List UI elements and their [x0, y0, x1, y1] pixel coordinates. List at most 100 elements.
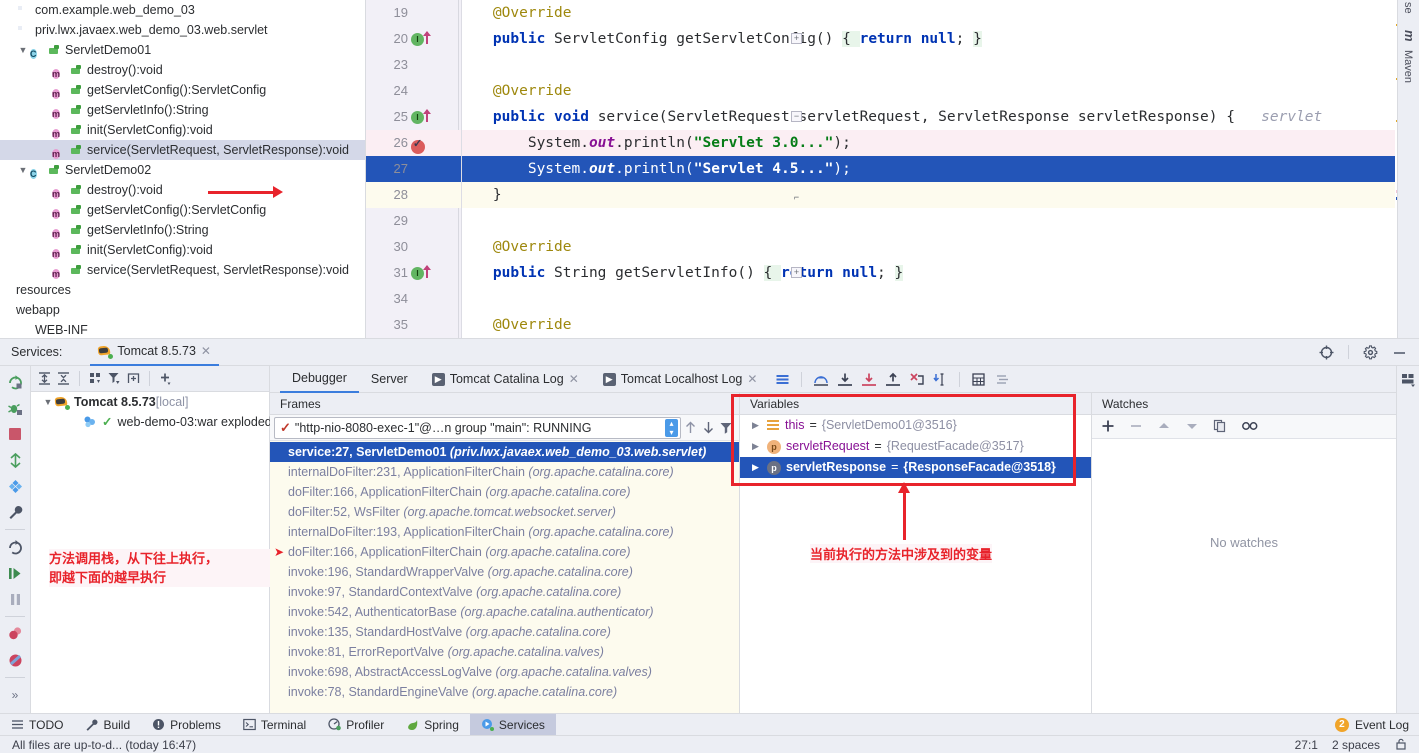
thread-selector-bar[interactable]: ✓ "http-nio-8080-exec-1"@…n group "main"…: [270, 415, 739, 441]
filter-icon[interactable]: [717, 417, 735, 439]
project-tree-item[interactable]: m destroy():void: [0, 60, 365, 80]
layout-settings-icon[interactable]: [1401, 372, 1416, 387]
frame-item[interactable]: invoke:196, StandardWrapperValve (org.ap…: [270, 562, 739, 582]
code-line[interactable]: 19 @Override: [366, 0, 1419, 26]
add-frame-icon[interactable]: [126, 371, 141, 386]
close-icon[interactable]: ✕: [747, 372, 757, 386]
tool-strip-label-maven[interactable]: Maven: [1402, 50, 1414, 83]
frame-item[interactable]: invoke:81, ErrorReportValve (org.apache.…: [270, 642, 739, 662]
watches-toolbar[interactable]: [1092, 415, 1396, 439]
frame-item[interactable]: internalDoFilter:231, ApplicationFilterC…: [270, 462, 739, 482]
bottom-tab-terminal[interactable]: Terminal: [232, 714, 317, 736]
mute-breakpoints-icon[interactable]: [2, 648, 28, 672]
step-out-icon[interactable]: [885, 372, 901, 387]
frame-item[interactable]: invoke:698, AbstractAccessLogValve (org.…: [270, 662, 739, 682]
force-step-into-icon[interactable]: [861, 372, 877, 387]
code-line[interactable]: 28 }: [366, 182, 1419, 208]
project-tree-item[interactable]: m init(ServletConfig):void: [0, 240, 365, 260]
lock-icon[interactable]: [1394, 737, 1409, 752]
services-tree-rows[interactable]: ▼ Tomcat 8.5.73 [local] ✓ web-demo-03:war e…: [31, 392, 272, 432]
minimize-icon[interactable]: [1392, 345, 1407, 360]
frame-item[interactable]: invoke:542, AuthenticatorBase (org.apach…: [270, 602, 739, 622]
code-editor[interactable]: 19 @Override 20 public ServletConfig getS…: [366, 0, 1419, 338]
frame-item[interactable]: invoke:97, StandardContextValve (org.apa…: [270, 582, 739, 602]
implements-arrow-icon[interactable]: [423, 31, 431, 44]
project-tree-item[interactable]: m getServletConfig():ServletConfig: [0, 200, 365, 220]
project-tree-item[interactable]: ▼ C ServletDemo01: [0, 40, 365, 60]
rerun-icon[interactable]: [2, 370, 28, 394]
code-line[interactable]: 20 public ServletConfig getServletConfig…: [366, 26, 1419, 52]
implements-arrow-icon[interactable]: [423, 109, 431, 122]
code-line[interactable]: 30 @Override: [366, 234, 1419, 260]
maven-icon[interactable]: m: [1402, 30, 1417, 42]
resume-program-icon[interactable]: [2, 561, 28, 585]
project-tree-item[interactable]: m service(ServletRequest, ServletResponse…: [0, 140, 365, 160]
frame-item[interactable]: invoke:78, StandardEngineValve (org.apac…: [270, 682, 739, 702]
chevron-updown-icon[interactable]: ▴ ▾: [665, 418, 678, 437]
settings-list-icon[interactable]: [995, 372, 1010, 387]
code-line[interactable]: 35 @Override: [366, 312, 1419, 338]
view-breakpoints-icon[interactable]: [2, 622, 28, 646]
gear-icon[interactable]: [1363, 344, 1378, 360]
frame-item[interactable]: invoke:135, StandardHostValve (org.apach…: [270, 622, 739, 642]
caret-position[interactable]: 27:1: [1295, 738, 1318, 752]
expand-triangle-icon[interactable]: ▶: [752, 436, 762, 457]
inline-icon[interactable]: [1241, 419, 1258, 434]
frame-item[interactable]: doFilter:52, WsFilter (org.apache.tomcat…: [270, 502, 739, 522]
code-line[interactable]: 23: [366, 52, 1419, 78]
project-tree-item[interactable]: m destroy():void: [0, 180, 365, 200]
layout-icon[interactable]: [775, 372, 790, 387]
tab-tomcat[interactable]: Tomcat 8.5.73 ✕: [90, 338, 219, 366]
fold-expand-icon[interactable]: +: [791, 33, 802, 44]
code-lines[interactable]: 19 @Override 20 public ServletConfig getS…: [366, 0, 1419, 338]
remove-icon[interactable]: [1129, 419, 1144, 434]
arrow-down-icon[interactable]: [699, 417, 717, 439]
debug-icon[interactable]: [2, 396, 28, 420]
frame-item[interactable]: doFilter:166, ApplicationFilterChain (or…: [270, 482, 739, 502]
bottom-tab-build[interactable]: Build: [74, 714, 141, 736]
frame-item[interactable]: service:27, ServletDemo01 (priv.lwx.java…: [270, 442, 739, 462]
step-into-icon[interactable]: [837, 372, 853, 387]
event-log-label[interactable]: Event Log: [1355, 718, 1409, 732]
target-icon[interactable]: [1319, 345, 1334, 360]
implements-arrow-icon[interactable]: [423, 265, 431, 278]
code-line[interactable]: 25 public void service(ServletRequest se…: [366, 104, 1419, 130]
close-icon[interactable]: ✕: [201, 344, 211, 358]
code-line[interactable]: 24 @Override: [366, 78, 1419, 104]
twisty-icon[interactable]: ▼: [16, 40, 30, 60]
variable-row[interactable]: ▶ this = {ServletDemo01@3516}: [740, 415, 1091, 436]
frame-item[interactable]: internalDoFilter:193, ApplicationFilterC…: [270, 522, 739, 542]
services-tree-item[interactable]: ✓ web-demo-03:war exploded: [31, 412, 272, 432]
frames-pane[interactable]: Frames ✓ "http-nio-8080-exec-1"@…n group…: [270, 393, 740, 713]
collapse-all-icon[interactable]: [56, 371, 71, 386]
fold-expand-icon[interactable]: +: [791, 267, 802, 278]
run-to-cursor-icon[interactable]: [933, 372, 948, 387]
bottom-tab-profiler[interactable]: Profiler: [317, 714, 395, 736]
debugger-tab-bar[interactable]: Debugger Server ▶ Tomcat Catalina Log ✕ ▶ Tomc…: [270, 366, 1396, 393]
expand-triangle-icon[interactable]: ▶: [752, 415, 762, 436]
project-tree-item[interactable]: webapp: [0, 300, 365, 320]
variables-list[interactable]: ▶ this = {ServletDemo01@3516} ▶ p servletReq…: [740, 415, 1091, 478]
bottom-tab-problems[interactable]: Problems: [141, 714, 232, 736]
code-line[interactable]: 31 public String getServletInfo() { retu…: [366, 260, 1419, 286]
close-icon[interactable]: ✕: [569, 372, 579, 386]
breakpoint-icon[interactable]: [411, 137, 425, 154]
project-tree-item[interactable]: WEB-INF: [0, 320, 365, 338]
debugger-tab-server[interactable]: Server: [359, 366, 420, 393]
step-icon[interactable]: [2, 448, 28, 472]
expand-triangle-icon[interactable]: ▶: [752, 457, 762, 478]
settings-wrench-icon[interactable]: [2, 500, 28, 524]
step-over-icon[interactable]: [813, 372, 829, 387]
twisty-icon[interactable]: ▼: [16, 160, 30, 180]
debugger-tab-tomcat-catalina-log[interactable]: ▶ Tomcat Catalina Log ✕: [420, 366, 591, 393]
frame-item[interactable]: ➤ doFilter:166, ApplicationFilterChain (o…: [270, 542, 739, 562]
project-tree-item[interactable]: m getServletConfig():ServletConfig: [0, 80, 365, 100]
project-tree-item[interactable]: m init(ServletConfig):void: [0, 120, 365, 140]
more-icon[interactable]: »: [2, 683, 28, 707]
right-tool-strip[interactable]: se m Maven: [1397, 0, 1419, 338]
project-tree-item[interactable]: ▼ C ServletDemo02: [0, 160, 365, 180]
services-tree-panel[interactable]: ▼ Tomcat 8.5.73 [local] ✓ web-demo-03:war e…: [31, 366, 274, 713]
group-by-icon[interactable]: [88, 371, 103, 386]
stop-icon[interactable]: [2, 422, 28, 446]
thread-combo[interactable]: ✓ "http-nio-8080-exec-1"@…n group "main"…: [274, 416, 681, 439]
